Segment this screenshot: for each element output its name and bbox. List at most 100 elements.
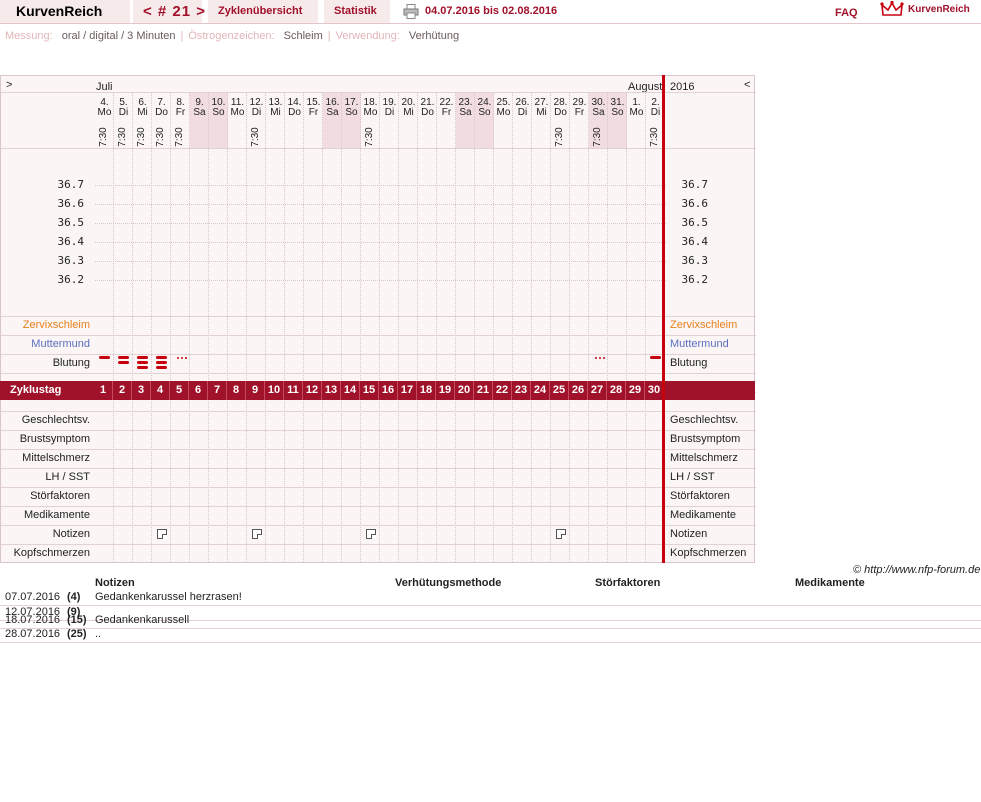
note-cycle-day: (15) (67, 614, 87, 626)
cycle-day-number: 8 (227, 381, 246, 400)
day-column[interactable] (532, 92, 551, 562)
note-icon[interactable] (366, 529, 376, 539)
row-label-brustsymptom: Brustsymptom (19, 433, 90, 445)
day-column[interactable] (456, 92, 475, 562)
row-label-zervixschleim: Zervixschleim (670, 319, 738, 331)
day-label: 15. Fr (306, 97, 321, 118)
note-icon[interactable] (252, 529, 262, 539)
cycle-navigator[interactable]: < # 21 > (133, 0, 205, 23)
day-label: 24. So (477, 97, 492, 118)
day-column[interactable] (608, 92, 627, 562)
day-column[interactable] (133, 92, 152, 562)
day-column[interactable] (399, 92, 418, 562)
bleeding-spotting-mark (599, 357, 601, 359)
note-row[interactable]: 07.07.2016 (4) Gedankenkarussel herzrasen! (0, 590, 981, 606)
day-column[interactable] (494, 92, 513, 562)
day-label: 12. Di (249, 97, 264, 118)
grid-line (1, 354, 756, 355)
bleeding-mark (156, 366, 167, 369)
day-column[interactable] (171, 92, 190, 562)
usage-value: Verhütung (408, 30, 460, 42)
note-text: Gedankenkarussel herzrasen! (95, 591, 242, 603)
bleeding-mark (650, 356, 661, 359)
copyright: © http://www.nfp-forum.de (853, 564, 981, 576)
y-tick-right: 36.7 (681, 178, 709, 191)
row-label-lhsst: LH / SST (45, 471, 90, 483)
measure-time: 7:30 (554, 127, 565, 147)
cycle-day-number: 15 (360, 381, 379, 400)
day-column[interactable] (95, 92, 114, 562)
day-column[interactable] (342, 92, 361, 562)
day-label: 31. So (610, 97, 625, 118)
note-icon[interactable] (556, 529, 566, 539)
day-column[interactable] (190, 92, 209, 562)
nav-prev-arrow[interactable]: > (6, 79, 12, 91)
day-column[interactable] (437, 92, 456, 562)
row-label-mittelschmerz: Mittelschmerz (670, 452, 738, 464)
day-column[interactable] (114, 92, 133, 562)
day-column[interactable] (228, 92, 247, 562)
crown-logo-icon[interactable] (880, 0, 904, 20)
logo-text[interactable]: KurvenReich (908, 4, 970, 15)
bleeding-spotting-mark (603, 357, 605, 359)
day-label: 23. Sa (458, 97, 473, 118)
cycle-day-number: 27 (588, 381, 607, 400)
day-column[interactable] (361, 92, 380, 562)
y-tick-left: 36.2 (57, 273, 85, 286)
medication-header: Medikamente (795, 577, 865, 589)
row-label-kopfschmerzen: Kopfschmerzen (13, 547, 90, 559)
row-label-blutung: Blutung (670, 357, 708, 369)
day-column[interactable] (380, 92, 399, 562)
grid-line (1, 449, 756, 450)
y-tick-left: 36.3 (57, 254, 85, 267)
bleeding-spotting-mark (181, 357, 183, 359)
nav-next-arrow[interactable]: < (744, 79, 750, 91)
app-brand[interactable]: KurvenReich (0, 0, 130, 23)
day-column[interactable] (589, 92, 608, 562)
grid-line (1, 430, 756, 431)
note-text: Gedankenkarussell (95, 614, 190, 626)
day-column[interactable] (513, 92, 532, 562)
day-label: 16. Sa (325, 97, 340, 118)
row-label-medikamente: Medikamente (23, 509, 90, 521)
row-label-muttermund: Muttermund (31, 338, 90, 350)
day-label: 19. Di (382, 97, 397, 118)
row-label-mittelschmerz: Mittelschmerz (22, 452, 90, 464)
day-column[interactable] (152, 92, 171, 562)
day-column[interactable] (570, 92, 589, 562)
printer-icon[interactable] (403, 4, 419, 19)
faq-link[interactable]: FAQ (835, 2, 858, 25)
day-column[interactable] (418, 92, 437, 562)
day-column[interactable] (627, 92, 646, 562)
bleeding-spotting-mark (185, 357, 187, 359)
day-column[interactable] (266, 92, 285, 562)
note-icon[interactable] (157, 529, 167, 539)
day-column[interactable] (209, 92, 228, 562)
note-row[interactable]: 28.07.2016 (25).. (0, 627, 981, 643)
cycle-day-label: Zyklustag (10, 384, 62, 396)
grid-line (1, 506, 756, 507)
note-text: .. (95, 628, 102, 640)
grid-line (1, 335, 756, 336)
day-column[interactable] (323, 92, 342, 562)
day-label: 18. Mo (363, 97, 378, 118)
day-column[interactable] (304, 92, 323, 562)
day-column[interactable] (475, 92, 494, 562)
day-column[interactable] (285, 92, 304, 562)
tab-statistics[interactable]: Statistik (324, 0, 390, 23)
day-column[interactable] (247, 92, 266, 562)
row-label-brustsymptom: Brustsymptom (670, 433, 741, 445)
cycle-day-number: 4 (151, 381, 170, 400)
day-label: 28. Do (553, 97, 568, 118)
y-tick-left: 36.4 (57, 235, 85, 248)
cycle-day-number: 19 (436, 381, 455, 400)
day-label: 30. Sa (591, 97, 606, 118)
row-label-blutung: Blutung (52, 357, 90, 369)
row-label-muttermund: Muttermund (670, 338, 729, 350)
note-date: 28.07.2016 (5, 628, 61, 640)
cycle-day-number: 22 (493, 381, 512, 400)
temp-gridline (95, 204, 666, 205)
grid-line (1, 316, 756, 317)
tab-cycle-overview[interactable]: Zyklenübersicht (208, 0, 318, 23)
day-column[interactable] (551, 92, 570, 562)
